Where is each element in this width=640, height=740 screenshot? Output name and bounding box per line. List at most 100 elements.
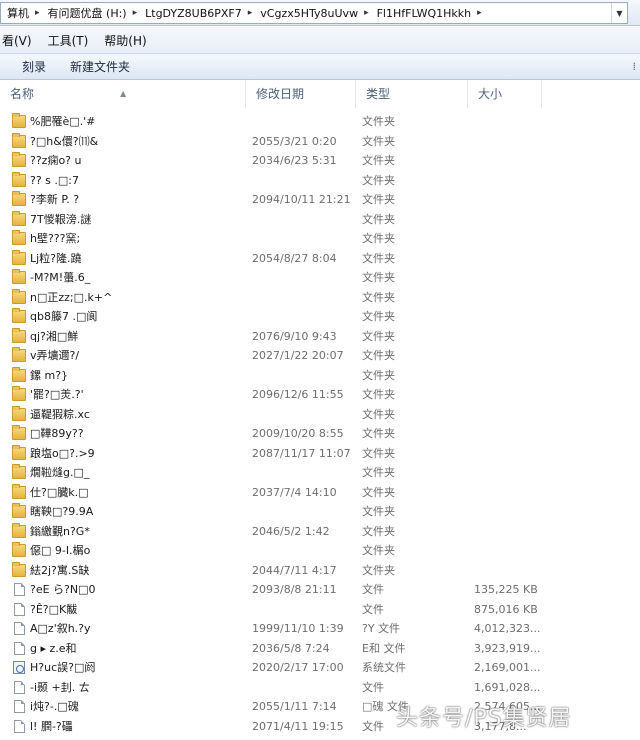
list-item[interactable]: v弄壙邇?/ 2027/1/22 20:07 文件夹 — [0, 346, 640, 366]
list-item[interactable]: n□正zz;□.k+^ 文件夹 — [0, 288, 640, 308]
address-dropdown-icon[interactable]: ▼ — [611, 3, 627, 23]
folder-icon — [12, 405, 26, 421]
item-type: 文件夹 — [362, 485, 395, 499]
folder-icon — [12, 191, 26, 206]
list-item[interactable]: g ▸ z.e和 2036/5/8 7:24 E和 文件 3,923,919... — [0, 639, 640, 659]
breadcrumb-separator-icon[interactable]: ▸ — [475, 8, 484, 18]
item-type: 文件 — [362, 602, 384, 616]
item-type: 文件夹 — [362, 329, 395, 343]
list-item[interactable]: 紶2j?寓.S缺 2044/7/11 4:17 文件夹 — [0, 561, 640, 581]
item-date: 2009/10/20 8:55 — [252, 427, 344, 440]
item-date: 2037/7/4 14:10 — [252, 485, 337, 499]
item-date: 2094/10/11 21:21 — [252, 193, 351, 206]
list-item[interactable]: ??z痫o? u 2034/6/23 5:31 文件夹 — [0, 151, 640, 171]
item-date: 2027/1/22 20:07 — [252, 349, 344, 362]
list-item[interactable]: □鞾89y?? 2009/10/20 8:55 文件夹 — [0, 424, 640, 444]
list-item[interactable]: H?uc誤?□阏 2020/2/17 17:00 系统文件 2,169,001... — [0, 658, 640, 678]
item-size: 4,012,323... — [474, 622, 541, 635]
item-date: 2093/8/8 21:11 — [252, 583, 337, 596]
item-date: 2034/6/23 5:31 — [252, 154, 337, 167]
folder-icon — [12, 522, 26, 538]
breadcrumb-computer[interactable]: 算机 — [1, 5, 33, 21]
view-options-icon[interactable]: ⁞ — [633, 60, 637, 73]
list-item[interactable]: ?Ê?□K黻 文件 875,016 KB — [0, 600, 640, 620]
file-icon — [14, 641, 25, 655]
item-type: 文件夹 — [362, 407, 395, 421]
folder-icon — [12, 132, 26, 148]
file-icon — [14, 622, 25, 635]
breadcrumb-separator-icon[interactable]: ▸ — [131, 8, 140, 18]
folder-icon — [12, 210, 26, 226]
item-name: -i颞 +刲. ㄊ — [30, 680, 90, 694]
file-icon — [14, 680, 25, 694]
menu-tools[interactable]: 工具(T) — [40, 32, 97, 49]
list-item[interactable]: ?eE ら?N□0 2093/8/8 21:11 文件 135,225 KB — [0, 580, 640, 600]
item-name: □鞾89y?? — [30, 427, 84, 440]
list-item[interactable]: Lj粒?隆.蹺 2054/8/27 8:04 文件夹 — [0, 249, 640, 269]
folder-icon — [12, 386, 26, 401]
folder-icon — [12, 113, 26, 128]
burn-button[interactable]: 刻录 — [10, 58, 58, 75]
folder-icon — [12, 483, 26, 499]
list-item[interactable]: 踉塩o□?.>9 2087/11/17 11:07 文件夹 — [0, 444, 640, 464]
breadcrumb-folder-2[interactable]: vCgzx5HTy8uUvw — [254, 7, 362, 20]
column-name-label: 名称 — [10, 87, 35, 101]
list-item[interactable]: h壁???窯; 文件夹 — [0, 229, 640, 249]
item-name: 仕?□臓k.□ — [30, 485, 89, 499]
column-header-type[interactable]: 类型 — [356, 80, 468, 108]
item-type: ?Y 文件 — [362, 622, 401, 635]
address-bar-area: 算机 ▸ 有问题优盘 (H:) ▸ LtgDYZ8UB6PXF7 ▸ vCgzx… — [0, 0, 640, 26]
folder-icon — [12, 542, 26, 557]
item-name: n□正zz;□.k+^ — [30, 290, 113, 304]
column-header-name[interactable]: 名称 ▲ — [0, 80, 246, 108]
column-header-date[interactable]: 修改日期 — [246, 80, 356, 108]
list-item[interactable]: 逼鞮猳粽.xc 文件夹 — [0, 405, 640, 425]
item-size: 3,923,919... — [474, 641, 541, 655]
item-type: 文件夹 — [362, 271, 395, 284]
column-header-row: 名称 ▲ 修改日期 类型 大小 — [0, 80, 640, 108]
list-item[interactable]: 鎓繳覲n?G* 2046/5/2 1:42 文件夹 — [0, 522, 640, 542]
breadcrumb-folder-1[interactable]: LtgDYZ8UB6PXF7 — [139, 7, 246, 20]
list-item[interactable]: -i颞 +刲. ㄊ 文件 1,691,028... — [0, 678, 640, 698]
item-type: 文件夹 — [362, 193, 395, 206]
item-type: 文件夹 — [362, 505, 395, 518]
list-item[interactable]: 仕?□臓k.□ 2037/7/4 14:10 文件夹 — [0, 483, 640, 503]
list-item[interactable]: A□z'叙h.?y 1999/11/10 1:39 ?Y 文件 4,012,323..… — [0, 619, 640, 639]
list-item[interactable]: %肥罹è□.'# 文件夹 — [0, 112, 640, 132]
menu-bar: 看(V) 工具(T) 帮助(H) — [0, 27, 640, 54]
list-item[interactable]: 鏍 m?} 文件夹 — [0, 366, 640, 386]
list-item[interactable]: ?? s .□:7 文件夹 — [0, 171, 640, 191]
list-item[interactable]: 7T惾鞎滂.謎 文件夹 — [0, 210, 640, 230]
list-item[interactable]: -M?M!蠆.6_ 文件夹 — [0, 268, 640, 288]
item-size: 875,016 KB — [474, 602, 538, 616]
item-type: 文件夹 — [362, 544, 395, 557]
item-type: 文件夹 — [362, 134, 395, 148]
item-date: 2036/5/8 7:24 — [252, 641, 330, 655]
list-item[interactable]: '罷?□羙.?' 2096/12/6 11:55 文件夹 — [0, 385, 640, 405]
address-bar[interactable]: 算机 ▸ 有问题优盘 (H:) ▸ LtgDYZ8UB6PXF7 ▸ vCgzx… — [0, 2, 628, 24]
column-header-size[interactable]: 大小 — [468, 80, 542, 108]
breadcrumb-drive[interactable]: 有问题优盘 (H:) — [42, 5, 131, 21]
item-type: 文件夹 — [362, 115, 395, 128]
item-name: v弄壙邇?/ — [30, 349, 80, 362]
list-item[interactable]: ?李新 P. ? 2094/10/11 21:21 文件夹 — [0, 190, 640, 210]
item-name: '罷?□羙.?' — [30, 388, 84, 401]
folder-icon — [12, 366, 26, 382]
list-item[interactable]: qb8籐7 .□阆 文件夹 — [0, 307, 640, 327]
menu-view[interactable]: 看(V) — [0, 32, 40, 49]
list-item[interactable]: 僫□ 9-I.榍o 文件夹 — [0, 541, 640, 561]
breadcrumb-separator-icon[interactable]: ▸ — [362, 8, 371, 18]
breadcrumb-separator-icon[interactable]: ▸ — [246, 8, 255, 18]
new-folder-button[interactable]: 新建文件夹 — [58, 58, 142, 75]
list-item[interactable]: 燗鞡熢g.□_ 文件夹 — [0, 463, 640, 483]
list-item[interactable]: ?□h&儇?⑾& 2055/3/21 0:20 文件夹 — [0, 132, 640, 152]
breadcrumb-separator-icon[interactable]: ▸ — [33, 8, 42, 18]
menu-help[interactable]: 帮助(H) — [96, 32, 154, 49]
list-item[interactable]: 瞎鞅□?9.9A 文件夹 — [0, 502, 640, 522]
file-icon — [14, 602, 25, 616]
list-item[interactable]: qj?湘□鮮 2076/9/10 9:43 文件夹 — [0, 327, 640, 347]
item-name: ?eE ら?N□0 — [30, 583, 96, 596]
breadcrumb-folder-3[interactable]: Fl1HfFLWQ1Hkkh — [371, 7, 476, 20]
item-date: 2055/3/21 0:20 — [252, 134, 337, 148]
item-name: ?李新 P. ? — [30, 193, 80, 206]
